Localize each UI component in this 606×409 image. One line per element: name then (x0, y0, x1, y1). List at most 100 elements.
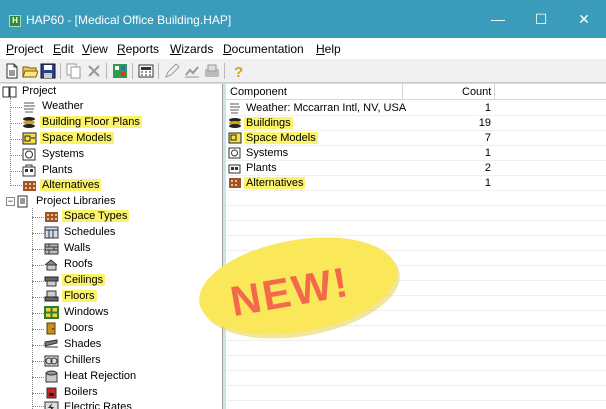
tree-label: Roofs (64, 258, 93, 270)
schedules-icon (44, 226, 59, 239)
row-count: 19 (478, 117, 491, 129)
edit-icon[interactable] (164, 63, 180, 79)
tree-label: Windows (64, 306, 109, 318)
row-name: Space Models (244, 132, 318, 144)
space-types-icon (45, 212, 58, 222)
list-row-weather[interactable]: Weather: Mccarran Intl, NV, USA 1 (226, 101, 606, 116)
library-icon (17, 195, 28, 208)
tree-label: Schedules (64, 226, 116, 238)
menu-project[interactable]: Project (6, 42, 43, 56)
toolbar-separator (158, 63, 159, 79)
column-header-component[interactable]: Component (230, 86, 287, 98)
save-icon[interactable] (40, 63, 56, 79)
row-grid-line (226, 220, 606, 221)
chart-icon[interactable] (184, 63, 200, 79)
tree-label: Project Libraries (36, 195, 116, 207)
toolbar-separator (132, 63, 133, 79)
list-row-plants[interactable]: Plants 2 (226, 161, 606, 176)
space-models-icon (22, 132, 37, 145)
buildings-icon (23, 117, 35, 128)
doors-icon (46, 322, 56, 335)
project-tree[interactable]: Project Weather Building Floor Plans Spa… (0, 84, 223, 409)
tree-label: Plants (42, 164, 73, 176)
plants-icon (228, 164, 241, 174)
menu-bar: Project Edit View Reports Wizards Docume… (0, 38, 606, 59)
menu-edit[interactable]: Edit (53, 42, 74, 56)
list-row-buildings[interactable]: Buildings 19 (226, 116, 606, 131)
tree-label: Ceilings (62, 274, 106, 286)
menu-documentation[interactable]: Documentation (223, 42, 304, 56)
wizard-icon[interactable] (112, 63, 128, 79)
tree-connector (32, 208, 33, 409)
menu-wizards[interactable]: Wizards (170, 42, 213, 56)
tree-expander[interactable]: − (6, 197, 15, 206)
row-name: Plants (246, 162, 277, 174)
tree-connector (10, 98, 11, 186)
tree-label: Systems (42, 148, 85, 160)
tree-label: Boilers (64, 386, 98, 398)
windows-icon (44, 306, 59, 319)
tree-connector (10, 171, 22, 172)
row-grid-line (226, 205, 606, 206)
tree-label: Space Types (62, 210, 130, 222)
help-icon[interactable]: ? (230, 63, 246, 79)
maximize-button[interactable]: ☐ (521, 4, 561, 34)
calculator-icon[interactable] (138, 63, 154, 79)
delete-icon[interactable] (86, 63, 102, 79)
reports-icon[interactable] (204, 63, 220, 79)
tree-connector (32, 313, 44, 314)
row-name: Weather: Mccarran Intl, NV, USA (246, 102, 407, 114)
tree-label: Alternatives (40, 179, 102, 191)
tree-connector (10, 123, 22, 124)
toolbar-separator (106, 63, 107, 79)
copy-icon[interactable] (66, 63, 82, 79)
close-button[interactable]: ✕ (564, 4, 604, 34)
walls-icon (44, 243, 59, 255)
list-row-systems[interactable]: Systems 1 (226, 146, 606, 161)
tree-label: Electric Rates (64, 401, 132, 409)
open-icon[interactable] (22, 63, 38, 79)
shades-icon (44, 339, 58, 348)
alternatives-icon (229, 178, 241, 188)
row-grid-line (226, 400, 606, 401)
column-divider[interactable] (402, 84, 403, 100)
roofs-icon (44, 259, 58, 271)
plants-icon (22, 164, 36, 177)
weather-icon (230, 103, 240, 114)
tree-connector (32, 361, 44, 362)
tree-label: Space Models (40, 132, 114, 144)
list-row-alternatives[interactable]: Alternatives 1 (226, 176, 606, 191)
heat-rejection-icon (45, 370, 58, 383)
tree-connector (32, 249, 44, 250)
toolbar: ? (0, 59, 606, 83)
row-grid-line (226, 370, 606, 371)
row-count: 7 (484, 132, 491, 144)
list-row-space-models[interactable]: Space Models 7 (226, 131, 606, 146)
tree-connector (10, 185, 22, 186)
menu-view[interactable]: View (82, 42, 108, 56)
row-count: 1 (484, 177, 491, 189)
row-count: 1 (484, 147, 491, 159)
boilers-icon (46, 387, 57, 399)
project-book-icon (2, 86, 17, 98)
row-name: Buildings (244, 117, 293, 129)
tree-label: Weather (42, 100, 84, 112)
row-name: Systems (246, 147, 289, 159)
electric-rates-icon (44, 401, 59, 409)
buildings-icon (229, 118, 241, 128)
title-bar: H HAP60 - [Medical Office Building.HAP] … (0, 0, 606, 38)
tree-label: Doors (64, 322, 94, 334)
weather-icon (24, 102, 35, 113)
menu-reports[interactable]: Reports (117, 42, 159, 56)
minimize-button[interactable]: — (478, 4, 518, 34)
column-header-count[interactable]: Count (462, 86, 491, 98)
alternatives-icon (23, 181, 36, 191)
row-count: 2 (484, 162, 491, 174)
toolbar-separator (224, 63, 225, 79)
tree-connector (10, 107, 22, 108)
hap-app-icon[interactable]: H (9, 15, 21, 27)
menu-help[interactable]: Help (316, 42, 341, 56)
tree-connector (32, 265, 44, 266)
new-icon[interactable] (4, 63, 20, 79)
column-divider[interactable] (494, 84, 495, 100)
